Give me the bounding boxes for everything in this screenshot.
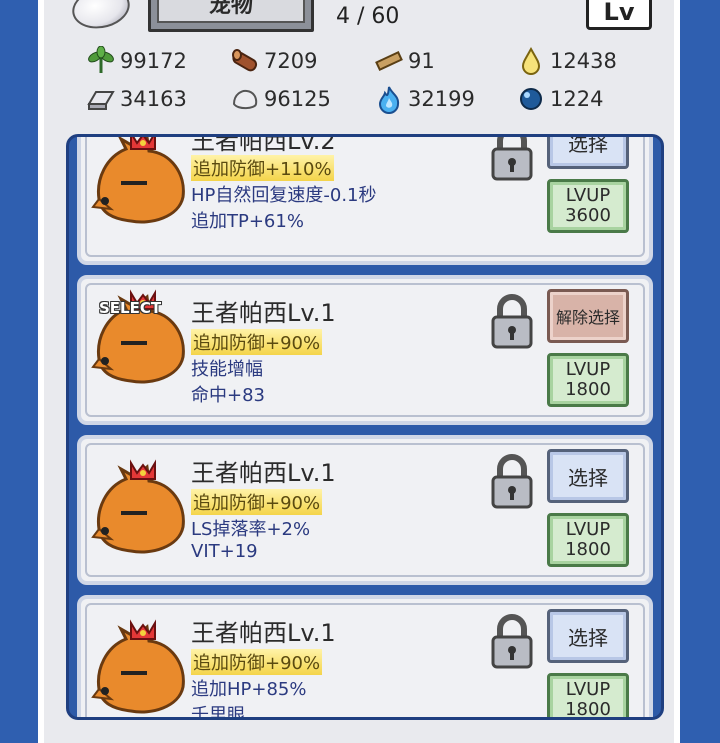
resource-value: 32199 — [408, 87, 475, 111]
lock-icon[interactable] — [487, 134, 537, 183]
selected-tag: SELECT — [99, 299, 162, 317]
select-button[interactable]: 选择 — [547, 449, 629, 503]
pet-name: 王者帕西Lv.1 — [191, 619, 336, 647]
top-bar: 宠物 4 / 60 Lv — [44, 0, 674, 40]
pet-card[interactable]: 王者帕西Lv.1 追加防御+90% 追加HP+85% 千里眼 选择 LVUP 1… — [77, 595, 653, 720]
wolf-pet-icon — [91, 619, 185, 714]
blue-orb-icon — [516, 84, 546, 114]
resource-flame: 32199 — [374, 83, 475, 114]
pet-card[interactable]: 王者帕西Lv.2 追加防御+110% HP自然回复速度-0.1秒 追加TP+61… — [77, 134, 653, 265]
pet-name: 王者帕西Lv.2 — [191, 134, 336, 155]
select-button[interactable]: 选择 — [547, 137, 629, 169]
lvup-label: LVUP — [565, 359, 611, 380]
pet-count: 4 / 60 — [336, 4, 400, 29]
stone-icon — [230, 84, 260, 114]
resource-value: 12438 — [550, 49, 617, 73]
lvup-label: LVUP — [565, 679, 611, 700]
pet-card[interactable]: SELECT 王者帕西Lv.1 追加防御+90% 技能增幅 命中+83 解除选择… — [77, 275, 653, 425]
resource-leaf: 99172 — [86, 45, 187, 76]
wood-plank-icon — [374, 46, 404, 76]
lvup-cost: 1800 — [565, 699, 611, 720]
pet-stat-primary: 追加防御+90% — [191, 649, 323, 675]
lvup-button[interactable]: LVUP 3600 — [547, 179, 629, 233]
pet-tab[interactable]: 宠物 — [148, 0, 314, 32]
pet-list[interactable]: 王者帕西Lv.2 追加防御+110% HP自然回复速度-0.1秒 追加TP+61… — [66, 134, 664, 720]
lv-sort-button[interactable]: Lv — [586, 0, 652, 30]
resource-ingot: 34163 — [86, 84, 187, 114]
lock-icon[interactable] — [487, 293, 537, 351]
pet-panel: 宠物 4 / 60 Lv 99172 7209 91 12438 34163 9… — [38, 0, 680, 743]
pet-stat: HP自然回复速度-0.1秒 — [191, 185, 377, 206]
resource-value: 91 — [408, 49, 435, 73]
resource-value: 96125 — [264, 87, 331, 111]
egg-icon[interactable] — [67, 0, 135, 35]
lock-icon[interactable] — [487, 613, 537, 671]
lvup-label: LVUP — [565, 519, 611, 540]
lvup-cost: 3600 — [565, 205, 611, 226]
resource-oil: 12438 — [516, 46, 617, 76]
lvup-button[interactable]: LVUP 1800 — [547, 513, 629, 567]
lvup-cost: 1800 — [565, 539, 611, 560]
lvup-button[interactable]: LVUP 1800 — [547, 353, 629, 407]
select-button[interactable]: 选择 — [547, 609, 629, 663]
resource-value: 7209 — [264, 49, 318, 73]
log-icon — [230, 46, 260, 76]
resource-log: 7209 — [230, 46, 317, 76]
lvup-button[interactable]: LVUP 1800 — [547, 673, 629, 720]
wolf-pet-icon — [91, 459, 185, 554]
pet-stat: 命中+83 — [191, 385, 265, 406]
lvup-label: LVUP — [565, 185, 611, 206]
metal-ingot-icon — [86, 84, 116, 114]
pet-stat: 追加HP+85% — [191, 679, 307, 700]
pet-stat-primary: 追加防御+110% — [191, 155, 334, 181]
lvup-cost: 1800 — [565, 379, 611, 400]
pet-stat-primary: 追加防御+90% — [191, 489, 323, 515]
pet-stat: 千里眼 — [191, 705, 245, 720]
resource-value: 99172 — [120, 49, 187, 73]
resource-value: 34163 — [120, 87, 187, 111]
pet-name: 王者帕西Lv.1 — [191, 459, 336, 487]
pet-stat: VIT+19 — [191, 541, 258, 562]
leaf-icon — [86, 45, 116, 76]
resource-plank: 91 — [374, 46, 435, 76]
deselect-button[interactable]: 解除选择 — [547, 289, 629, 343]
pet-stat: 技能增幅 — [191, 359, 263, 380]
pet-tab-label: 宠物 — [157, 0, 305, 23]
pet-stat-primary: 追加防御+90% — [191, 329, 323, 355]
pet-card[interactable]: 王者帕西Lv.1 追加防御+90% LS掉落率+2% VIT+19 选择 LVU… — [77, 435, 653, 585]
wolf-pet-icon — [91, 137, 185, 224]
pet-stat: LS掉落率+2% — [191, 519, 311, 540]
resource-orb: 1224 — [516, 84, 603, 114]
oil-drop-icon — [516, 46, 546, 76]
resource-value: 1224 — [550, 87, 604, 111]
resource-stone: 96125 — [230, 84, 331, 114]
pet-stat: 追加TP+61% — [191, 211, 304, 232]
lock-icon[interactable] — [487, 453, 537, 511]
blue-flame-icon — [374, 83, 404, 114]
pet-name: 王者帕西Lv.1 — [191, 299, 336, 327]
